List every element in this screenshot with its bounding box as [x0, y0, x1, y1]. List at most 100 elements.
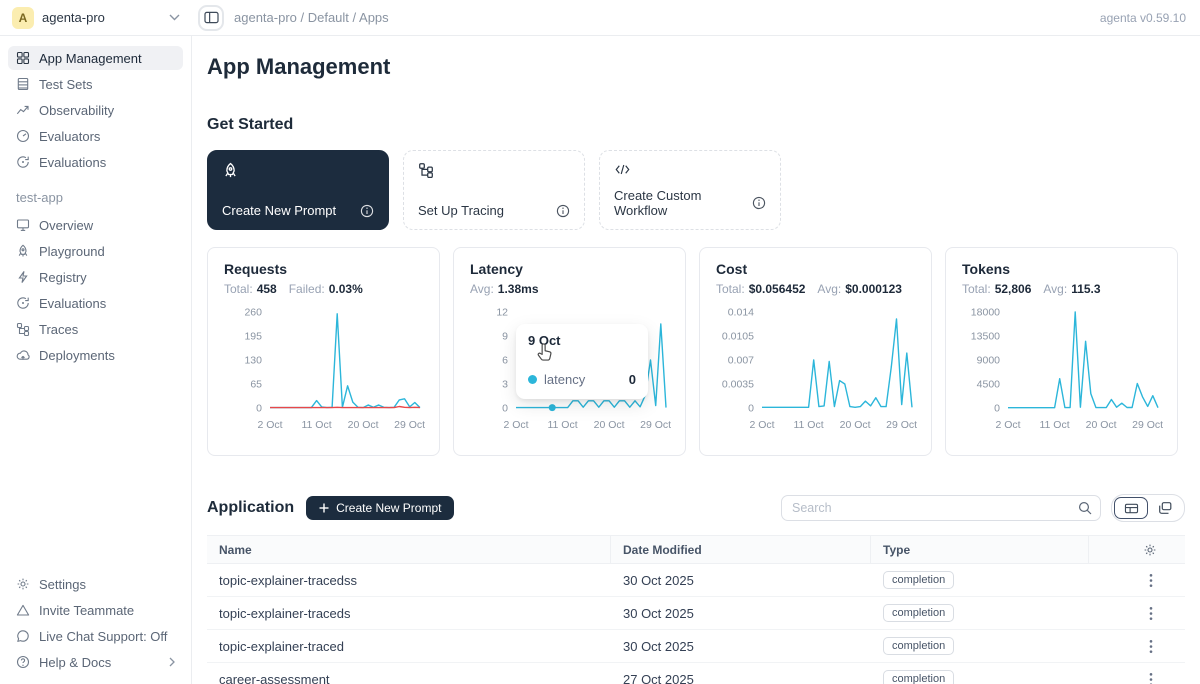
type-badge: completion — [883, 604, 954, 622]
sidebar-item-registry[interactable]: Registry — [8, 265, 183, 289]
tokens-line-chart[interactable]: 04500900013500180002 Oct11 Oct20 Oct29 O… — [962, 304, 1163, 434]
create-new-prompt-card[interactable]: Create New Prompt — [207, 150, 389, 230]
svg-text:20 Oct: 20 Oct — [348, 419, 379, 431]
type-badge: completion — [883, 571, 954, 589]
set-up-tracing-card[interactable]: Set Up Tracing — [403, 150, 585, 230]
stat: Total:52,806 — [962, 282, 1031, 296]
series-dot-icon — [528, 375, 537, 384]
info-icon[interactable] — [752, 196, 766, 210]
gauge-icon — [16, 129, 30, 143]
sidebar-item-label: Test Sets — [39, 77, 92, 92]
search-input[interactable] — [792, 501, 1072, 515]
table-row[interactable]: career-assessment 27 Oct 2025 completion — [207, 663, 1185, 684]
svg-text:0: 0 — [748, 403, 754, 415]
cost-chart-card: Cost Total:$0.056452Avg:$0.000123 00.003… — [699, 247, 932, 456]
info-icon[interactable] — [360, 204, 374, 218]
svg-text:29 Oct: 29 Oct — [640, 419, 671, 431]
sidebar-item-label: Traces — [39, 322, 78, 337]
svg-text:2 Oct: 2 Oct — [503, 419, 528, 431]
chart-title: Tokens — [962, 261, 1161, 277]
monitor-icon — [16, 218, 30, 232]
sidebar-collapse-button[interactable] — [198, 5, 224, 31]
sidebar-item-invite-teammate[interactable]: Invite Teammate — [8, 598, 183, 622]
chart-stats: Avg:1.38ms — [470, 282, 669, 296]
metrics-cards: Requests Total:458Failed:0.03% 065130195… — [207, 247, 1185, 456]
date-modified: 30 Oct 2025 — [611, 606, 871, 621]
chart-title: Requests — [224, 261, 423, 277]
svg-text:29 Oct: 29 Oct — [1132, 419, 1163, 431]
row-actions-button[interactable] — [1149, 639, 1153, 654]
table-row[interactable]: topic-explainer-tracedss 30 Oct 2025 com… — [207, 564, 1185, 597]
app-name: career-assessment — [207, 672, 611, 684]
page-title: App Management — [207, 54, 1185, 80]
sidebar-item-settings[interactable]: Settings — [8, 572, 183, 596]
gear-icon — [1143, 543, 1157, 557]
sidebar-item-overview[interactable]: Overview — [8, 213, 183, 237]
sidebar-item-label: Live Chat Support: Off — [39, 629, 167, 644]
workspace-selector[interactable]: A agenta-pro — [0, 0, 192, 35]
sidebar-item-live-chat-support-off[interactable]: Live Chat Support: Off — [8, 624, 183, 648]
column-type[interactable]: Type — [871, 536, 1089, 563]
row-actions-button[interactable] — [1149, 606, 1153, 621]
svg-text:13500: 13500 — [971, 331, 1000, 343]
date-modified: 30 Oct 2025 — [611, 639, 871, 654]
create-button-label: Create New Prompt — [336, 501, 441, 515]
svg-text:12: 12 — [496, 307, 508, 319]
sidebar-item-test-sets[interactable]: Test Sets — [8, 72, 183, 96]
stat: Avg:1.38ms — [470, 282, 539, 296]
breadcrumb[interactable]: agenta-pro / Default / Apps — [234, 10, 389, 25]
search-icon[interactable] — [1078, 501, 1092, 515]
table-row[interactable]: topic-explainer-traceds 30 Oct 2025 comp… — [207, 597, 1185, 630]
svg-text:11 Oct: 11 Oct — [301, 419, 331, 431]
stat: Avg:115.3 — [1043, 282, 1100, 296]
sidebar-item-evaluations[interactable]: Evaluations — [8, 291, 183, 315]
column-name[interactable]: Name — [207, 536, 611, 563]
requests-line-chart[interactable]: 0651301952602 Oct11 Oct20 Oct29 Oct — [224, 304, 425, 434]
sidebar-item-traces[interactable]: Traces — [8, 317, 183, 341]
workspace-avatar: A — [12, 7, 34, 29]
svg-text:260: 260 — [244, 307, 262, 319]
stat: Avg:$0.000123 — [817, 282, 902, 296]
create-custom-workflow-card[interactable]: Create Custom Workflow — [599, 150, 781, 230]
sidebar-item-label: Registry — [39, 270, 87, 285]
column-date-modified[interactable]: Date Modified — [611, 536, 871, 563]
view-toggle — [1111, 494, 1185, 522]
tooltip-value: 0 — [629, 372, 636, 387]
chart-title: Cost — [716, 261, 915, 277]
svg-text:11 Oct: 11 Oct — [793, 419, 823, 431]
chart-stats: Total:52,806 Avg:115.3 — [962, 282, 1161, 296]
svg-text:195: 195 — [244, 331, 262, 343]
cursor-pointer-icon — [535, 341, 554, 363]
card-label: Set Up Tracing — [418, 203, 504, 218]
table-row[interactable]: topic-explainer-traced 30 Oct 2025 compl… — [207, 630, 1185, 663]
sidebar-item-deployments[interactable]: Deployments — [8, 343, 183, 367]
code-icon — [614, 162, 766, 177]
sidebar-item-label: Settings — [39, 577, 86, 592]
cloud-icon — [16, 348, 30, 362]
cost-line-chart[interactable]: 00.00350.0070.01050.0142 Oct11 Oct20 Oct… — [716, 304, 917, 434]
sidebar-item-evaluators[interactable]: Evaluators — [8, 124, 183, 148]
sidebar-item-label: Evaluations — [39, 155, 106, 170]
create-new-prompt-button[interactable]: Create New Prompt — [306, 496, 454, 520]
topbar-main: agenta-pro / Default / Apps agenta v0.59… — [192, 0, 1200, 35]
chart-stats: Total:458Failed:0.03% — [224, 282, 423, 296]
info-icon[interactable] — [556, 204, 570, 218]
sidebar-item-help-docs[interactable]: Help & Docs — [8, 650, 183, 674]
sidebar-item-playground[interactable]: Playground — [8, 239, 183, 263]
svg-text:0: 0 — [994, 403, 1000, 415]
sidebar-item-label: Evaluations — [39, 296, 106, 311]
card-label: Create Custom Workflow — [614, 188, 752, 218]
triangle-icon — [16, 603, 30, 617]
help-icon — [16, 655, 30, 669]
column-settings[interactable] — [1089, 536, 1177, 563]
row-actions-button[interactable] — [1149, 573, 1153, 588]
svg-text:20 Oct: 20 Oct — [1086, 419, 1117, 431]
sidebar-item-observability[interactable]: Observability — [8, 98, 183, 122]
sidebar-item-evaluations[interactable]: Evaluations — [8, 150, 183, 174]
sidebar-item-app-management[interactable]: App Management — [8, 46, 183, 70]
date-modified: 30 Oct 2025 — [611, 573, 871, 588]
card-view-button[interactable] — [1148, 497, 1182, 519]
app-name: topic-explainer-traced — [207, 639, 611, 654]
row-actions-button[interactable] — [1149, 672, 1153, 684]
table-view-button[interactable] — [1114, 497, 1148, 519]
